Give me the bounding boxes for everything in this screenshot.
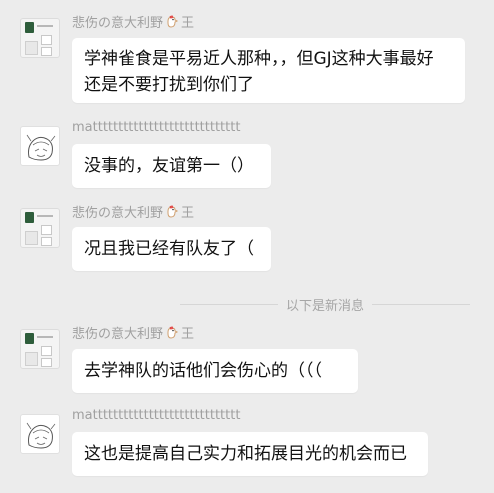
chicken-icon [165,14,179,29]
sender-name[interactable]: 悲伤の意大利野 王 [72,12,194,31]
sender-name[interactable]: mattttttttttttttttttttttttttttt [72,120,240,135]
new-messages-divider: 以下是新消息 [180,296,471,314]
sender-name-text: 悲伤の意大利野 [72,206,164,221]
sender-name-text: 悲伤の意大利野 [72,327,164,342]
message-bubble[interactable]: 学神雀食是平易近人那种，，但GJ这种大事最好 还是不要打扰到你们了 [72,38,465,103]
chicken-icon [165,325,179,340]
sender-name-text: 悲伤の意大利野 [72,16,164,31]
sender-name[interactable]: 悲伤の意大利野 王 [72,202,194,221]
divider-rule [180,303,278,305]
sender-name[interactable]: 悲伤の意大利野 王 [72,323,194,342]
message-line: 去学神队的话他们会伤心的（（（ [84,361,322,381]
message-bubble[interactable]: 这也是提高自己实力和拓展目光的机会而已 [72,432,428,476]
sender-suffix: 王 [181,327,195,342]
message-bubble[interactable]: 况且我已经有队友了（ [72,227,271,271]
chicken-icon [165,204,179,219]
divider-label: 以下是新消息 [286,298,365,314]
avatar[interactable] [20,126,60,166]
avatar[interactable] [20,329,60,369]
avatar[interactable] [20,414,60,454]
message-line: 没事的，友谊第一（） [84,156,254,176]
avatar[interactable] [20,18,60,58]
sender-name-text: mattttttttttttttttttttttttttttt [72,408,241,423]
sender-name[interactable]: mattttttttttttttttttttttttttttt [72,408,240,423]
sender-name-text: mattttttttttttttttttttttttttttt [72,120,241,135]
message-line: 学神雀食是平易近人那种，，但GJ这种大事最好 [84,49,434,69]
message-bubble[interactable]: 去学神队的话他们会伤心的（（（ [72,349,358,393]
divider-rule [372,303,471,305]
sender-suffix: 王 [181,206,195,221]
message-line: 况且我已经有队友了（ [84,239,254,259]
sender-suffix: 王 [181,16,195,31]
message-bubble[interactable]: 没事的，友谊第一（） [72,144,271,188]
avatar[interactable] [20,208,60,248]
message-line: 这也是提高自己实力和拓展目光的机会而已 [84,444,407,464]
message-line: 还是不要打扰到你们了 [84,75,254,95]
